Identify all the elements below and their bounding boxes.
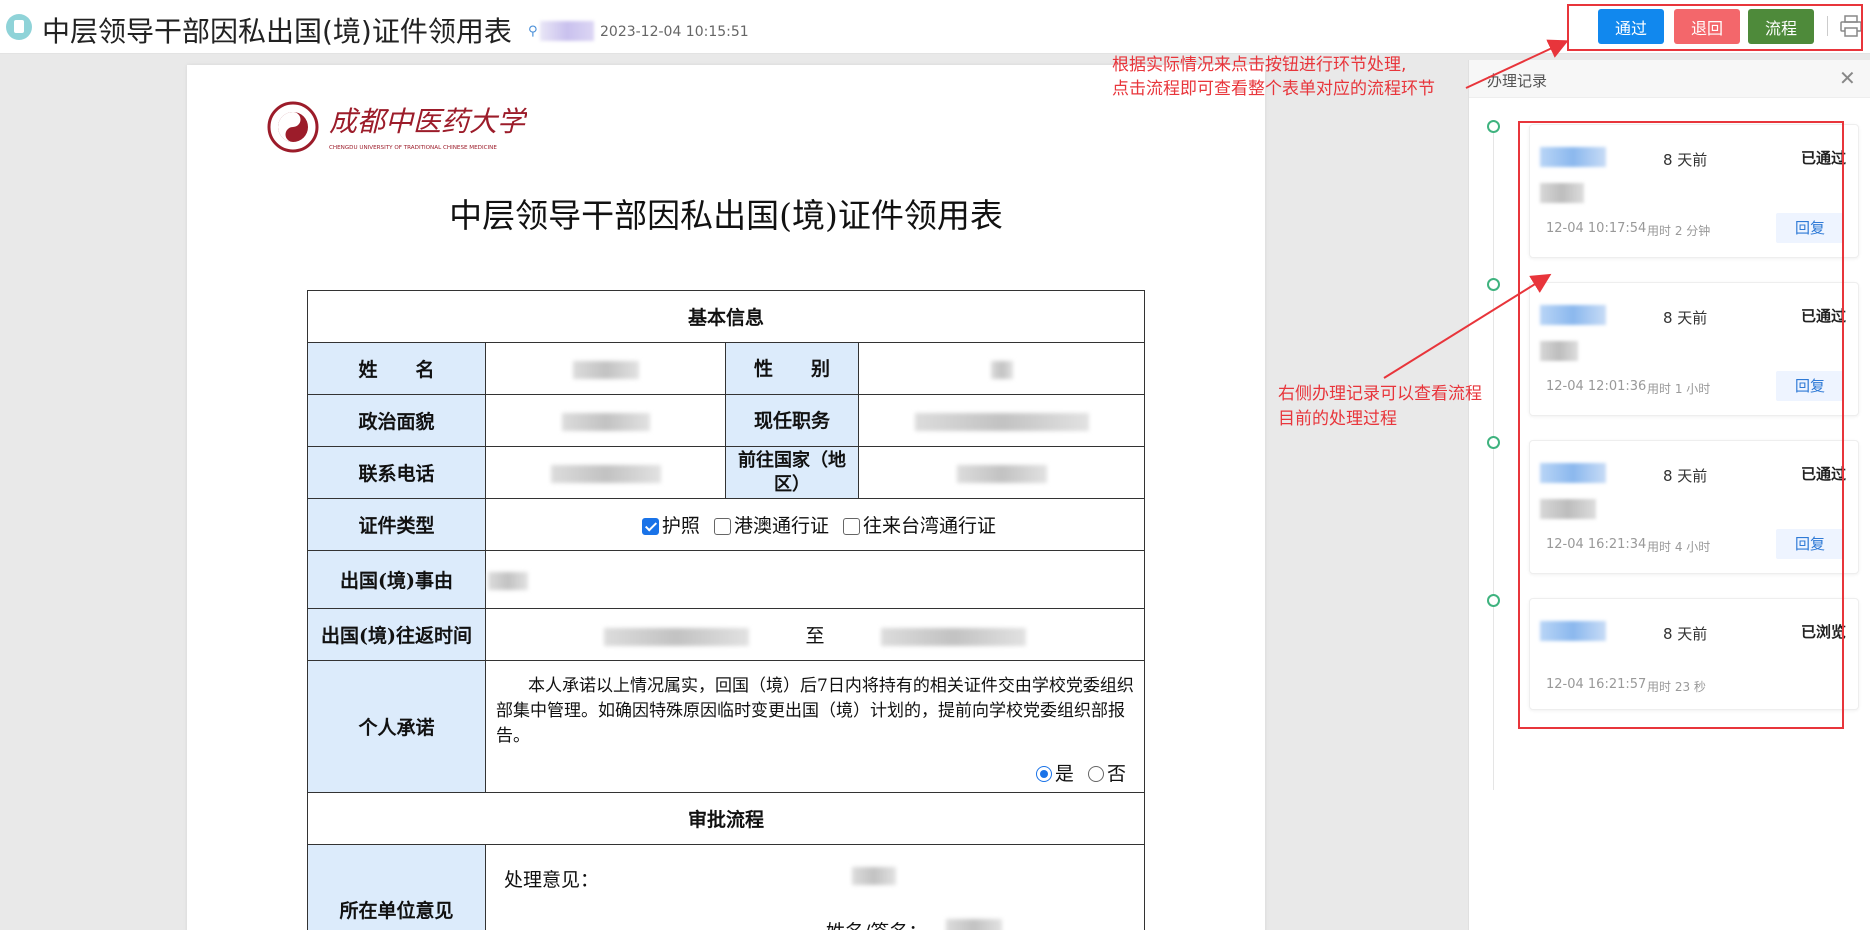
logo-english: CHENGDU UNIVERSITY OF TRADITIONAL CHINES… [329,145,497,151]
promise-no-label: 否 [1106,762,1126,785]
annotation-records-line2: 目前的处理过程 [1278,409,1397,429]
passport-label: 护照 [661,515,700,537]
action-buttons-highlight [1567,4,1863,51]
value-gender [858,342,1145,395]
label-destination: 前往国家（地区） [725,446,859,499]
value-position [858,394,1145,447]
timeline-dot [1487,278,1500,291]
section-approval: 审批流程 [307,792,1145,845]
timeline-dot [1487,594,1500,607]
hk-macau-permit-label: 港澳通行证 [733,515,829,537]
submit-timestamp: 2023-12-04 10:15:51 [600,24,749,40]
label-unit-opinion: 所在单位意见 [307,844,486,930]
value-name [485,342,726,395]
timeline-dot [1487,120,1500,133]
label-gender: 性 别 [725,342,859,395]
university-logo: 成都中医药大学 CHENGDU UNIVERSITY OF TRADITIONA… [267,101,527,153]
panel-title: 办理记录 [1487,72,1548,90]
label-reason: 出国(境)事由 [307,550,486,609]
label-position: 现任职务 [725,394,859,447]
sign-prefix: 姓名/签名： [826,917,927,930]
unit-opinion-cell: 处理意见： 姓名/签名： [485,844,1145,930]
form-table: 基本信息 姓 名 性 别 政治面貌 现任职务 联系电话 前往国家（地区） 证件类… [307,290,1145,930]
value-destination [858,446,1145,499]
label-promise: 个人承诺 [307,660,486,793]
hk-macau-permit-checkbox[interactable] [713,517,731,535]
records-highlight [1518,121,1844,729]
timeline-dot [1487,436,1500,449]
form-document: 成都中医药大学 CHENGDU UNIVERSITY OF TRADITIONA… [187,65,1265,930]
value-period: 至 [485,608,1145,661]
passport-checkbox[interactable] [641,517,659,535]
label-phone: 联系电话 [307,446,486,499]
page-title: 中层领导干部因私出国(境)证件领用表 [42,15,512,48]
logo-wordmark: 成都中医药大学 [329,105,527,138]
opinion-prefix: 处理意见： [504,869,600,891]
period-separator: 至 [805,625,825,647]
user-icon: ⚲ [528,24,538,39]
close-icon[interactable]: ✕ [1839,66,1856,90]
panel-header: 办理记录 ✕ [1469,60,1870,98]
annotation-buttons-line2: 点击流程即可查看整个表单对应的流程环节 [1112,79,1435,99]
section-basic-info: 基本信息 [307,290,1145,343]
form-title: 中层领导干部因私出国(境)证件领用表 [449,196,1003,235]
submitter-name-redacted [540,21,594,41]
value-reason [485,550,1145,609]
label-political: 政治面貌 [307,394,486,447]
document-app-icon [6,14,32,40]
promise-yes-radio[interactable] [1035,765,1052,782]
label-period: 出国(境)往返时间 [307,608,486,661]
annotation-buttons-line1: 根据实际情况来点击按钮进行环节处理, [1112,55,1407,75]
label-cert-type: 证件类型 [307,498,486,551]
timeline-line [1493,130,1494,790]
promise-text: 本人承诺以上情况属实，回国（境）后7日内将持有的相关证件交由学校党委组织部集中管… [496,675,1134,746]
taiwan-permit-label: 往来台湾通行证 [863,515,997,537]
promise-yes-label: 是 [1054,762,1074,785]
taiwan-permit-checkbox[interactable] [843,517,861,535]
promise-no-radio[interactable] [1087,765,1104,782]
label-name: 姓 名 [307,342,486,395]
promise-cell: 本人承诺以上情况属实，回国（境）后7日内将持有的相关证件交由学校党委组织部集中管… [485,660,1145,793]
value-phone [485,446,726,499]
cert-type-options: 护照 港澳通行证 往来台湾通行证 [485,498,1145,551]
annotation-records-line1: 右侧办理记录可以查看流程 [1278,384,1482,404]
value-political [485,394,726,447]
